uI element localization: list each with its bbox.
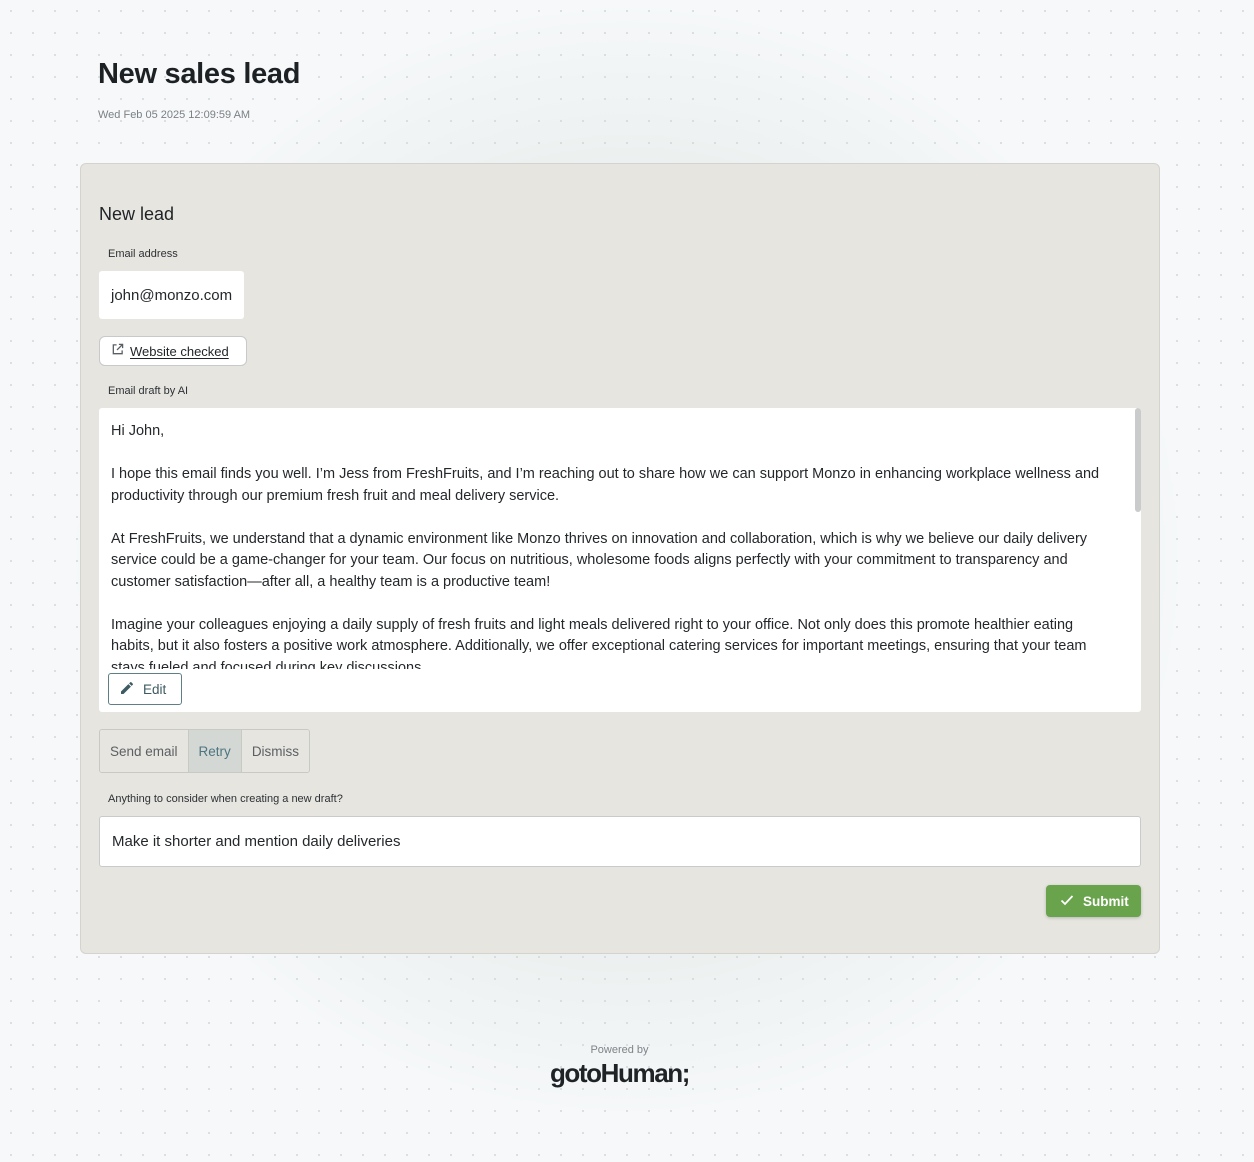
draft-label: Email draft by AI bbox=[108, 385, 189, 397]
email-field: john@monzo.com bbox=[99, 271, 245, 319]
website-checked-label: Website checked bbox=[130, 343, 229, 359]
page-header: New sales lead Wed Feb 05 2025 12:09:59 … bbox=[98, 58, 300, 121]
submit-button[interactable]: Submit bbox=[1046, 885, 1141, 917]
action-toggle-group: Send email Retry Dismiss bbox=[99, 729, 311, 773]
feedback-label: Anything to consider when creating a new… bbox=[108, 793, 343, 805]
website-checked-link[interactable]: Website checked bbox=[99, 336, 247, 366]
send-email-option[interactable]: Send email bbox=[100, 730, 189, 772]
submit-label: Submit bbox=[1083, 893, 1129, 909]
check-icon bbox=[1060, 894, 1074, 909]
timestamp: Wed Feb 05 2025 12:09:59 AM bbox=[98, 109, 251, 121]
dismiss-option[interactable]: Dismiss bbox=[241, 730, 310, 772]
external-link-icon bbox=[111, 343, 124, 359]
feedback-input[interactable]: Make it shorter and mention daily delive… bbox=[99, 816, 1141, 867]
powered-by-text: Powered by bbox=[590, 1044, 649, 1056]
email-draft-area[interactable]: Hi John, I hope this email finds you wel… bbox=[99, 408, 1141, 712]
draft-scrollbar[interactable] bbox=[1135, 408, 1141, 512]
email-draft-text: Hi John, I hope this email finds you wel… bbox=[111, 423, 1100, 669]
brand-logo[interactable]: gotoHuman; bbox=[0, 1058, 1254, 1089]
email-label: Email address bbox=[108, 248, 178, 260]
edit-label: Edit bbox=[143, 681, 167, 697]
pencil-icon bbox=[120, 681, 134, 698]
lead-form-card: New lead Email address john@monzo.com We… bbox=[80, 163, 1160, 954]
footer: Powered by gotoHuman; bbox=[0, 1044, 1254, 1089]
edit-button[interactable]: Edit bbox=[108, 673, 182, 705]
retry-option[interactable]: Retry bbox=[188, 730, 242, 772]
form-title: New lead bbox=[99, 204, 175, 224]
page-title: New sales lead bbox=[98, 58, 301, 90]
